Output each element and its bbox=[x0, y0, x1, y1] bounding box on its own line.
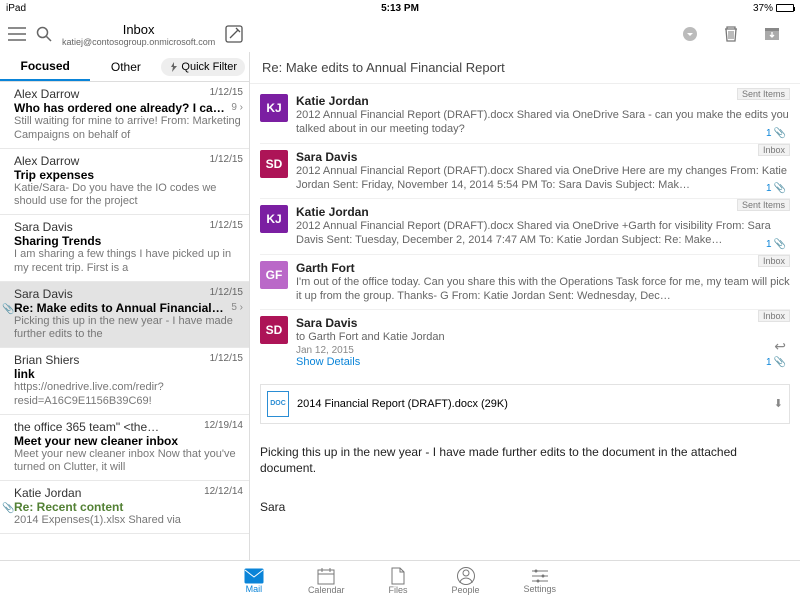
docx-icon: DOC bbox=[267, 391, 289, 417]
download-icon[interactable]: ⬇ bbox=[774, 397, 783, 410]
nav-mail[interactable]: Mail bbox=[244, 568, 264, 594]
message-item[interactable]: 📎 1/12/15 5 › Sara Davis Re: Make edits … bbox=[0, 282, 249, 349]
quick-filter-button[interactable]: Quick Filter bbox=[161, 58, 245, 76]
search-icon[interactable] bbox=[36, 26, 52, 42]
lightning-icon bbox=[169, 62, 179, 72]
ipad-status-bar: iPad 5:13 PM 37% bbox=[0, 0, 800, 16]
tab-other[interactable]: Other bbox=[90, 54, 161, 80]
tag-count: 1 📎 bbox=[766, 239, 786, 250]
archive-icon[interactable] bbox=[764, 27, 780, 41]
nav-files[interactable]: Files bbox=[388, 567, 407, 595]
clock: 5:13 PM bbox=[381, 3, 419, 14]
avatar: SD bbox=[260, 150, 288, 178]
thread-message[interactable]: Inbox SD Sara Davis 2012 Annual Financia… bbox=[260, 144, 790, 200]
message-list: 1/12/15 9 › Alex Darrow Who has ordered … bbox=[0, 82, 249, 560]
tab-focused[interactable]: Focused bbox=[0, 53, 90, 81]
delete-icon[interactable] bbox=[724, 26, 738, 42]
thread-message[interactable]: Sent Items KJ Katie Jordan 2012 Annual F… bbox=[260, 88, 790, 144]
avatar: KJ bbox=[260, 94, 288, 122]
thread-subject: Re: Make edits to Annual Financial Repor… bbox=[250, 52, 800, 84]
avatar: KJ bbox=[260, 205, 288, 233]
message-item[interactable]: 1/12/15 Alex Darrow Trip expenses Katie/… bbox=[0, 149, 249, 216]
compose-icon[interactable] bbox=[225, 25, 243, 43]
nav-calendar[interactable]: Calendar bbox=[308, 567, 345, 595]
avatar: GF bbox=[260, 261, 288, 289]
nav-people[interactable]: People bbox=[451, 567, 479, 595]
message-item[interactable]: 1/12/15 9 › Alex Darrow Who has ordered … bbox=[0, 82, 249, 149]
battery-icon bbox=[776, 4, 794, 12]
reply-icon[interactable]: ↩ bbox=[774, 338, 786, 355]
attachment-icon: 📎 bbox=[2, 503, 14, 514]
message-item[interactable]: 12/19/14 the office 365 team" <the… Meet… bbox=[0, 415, 249, 482]
app-toolbar: Inbox katiej@contosogroup.onmicrosoft.co… bbox=[0, 16, 800, 52]
flag-dropdown-icon[interactable] bbox=[682, 26, 698, 42]
attachment-name: 2014 Financial Report (DRAFT).docx (29K) bbox=[297, 398, 508, 410]
message-body: Picking this up in the new year - I have… bbox=[260, 440, 790, 488]
thread-message[interactable]: Inbox GF Garth Fort I'm out of the offic… bbox=[260, 255, 790, 311]
battery-percent: 37% bbox=[753, 3, 773, 14]
tag-count: 1 📎 bbox=[766, 128, 786, 139]
show-details-link[interactable]: Show Details bbox=[296, 356, 790, 368]
mailbox-title[interactable]: Inbox bbox=[62, 22, 215, 37]
thread-message-expanded: Inbox ↩ SD Sara Davis to Garth Fort and … bbox=[260, 310, 790, 532]
attachment-icon: 📎 bbox=[2, 304, 14, 315]
device-label: iPad bbox=[6, 3, 26, 14]
reading-pane: Re: Make edits to Annual Financial Repor… bbox=[250, 52, 800, 560]
tag-count: 1 📎 bbox=[766, 357, 786, 368]
menu-icon[interactable] bbox=[8, 27, 26, 41]
avatar: SD bbox=[260, 316, 288, 344]
message-item[interactable]: 1/12/15 Sara Davis Sharing Trends I am s… bbox=[0, 215, 249, 282]
message-item[interactable]: 1/12/15 Brian Shiers link https://onedri… bbox=[0, 348, 249, 415]
account-email: katiej@contosogroup.onmicrosoft.com bbox=[62, 37, 215, 47]
attachment-row[interactable]: DOC 2014 Financial Report (DRAFT).docx (… bbox=[260, 384, 790, 424]
thread-message[interactable]: Sent Items KJ Katie Jordan 2012 Annual F… bbox=[260, 199, 790, 255]
message-item[interactable]: 📎 12/12/14 Katie Jordan Re: Recent conte… bbox=[0, 481, 249, 534]
nav-settings[interactable]: Settings bbox=[524, 568, 557, 594]
message-list-pane: Focused Other Quick Filter 1/12/15 9 › A… bbox=[0, 52, 250, 560]
message-signature: Sara bbox=[260, 495, 790, 526]
tag-count: 1 📎 bbox=[766, 183, 786, 194]
bottom-nav: Mail Calendar Files People Settings bbox=[0, 560, 800, 600]
